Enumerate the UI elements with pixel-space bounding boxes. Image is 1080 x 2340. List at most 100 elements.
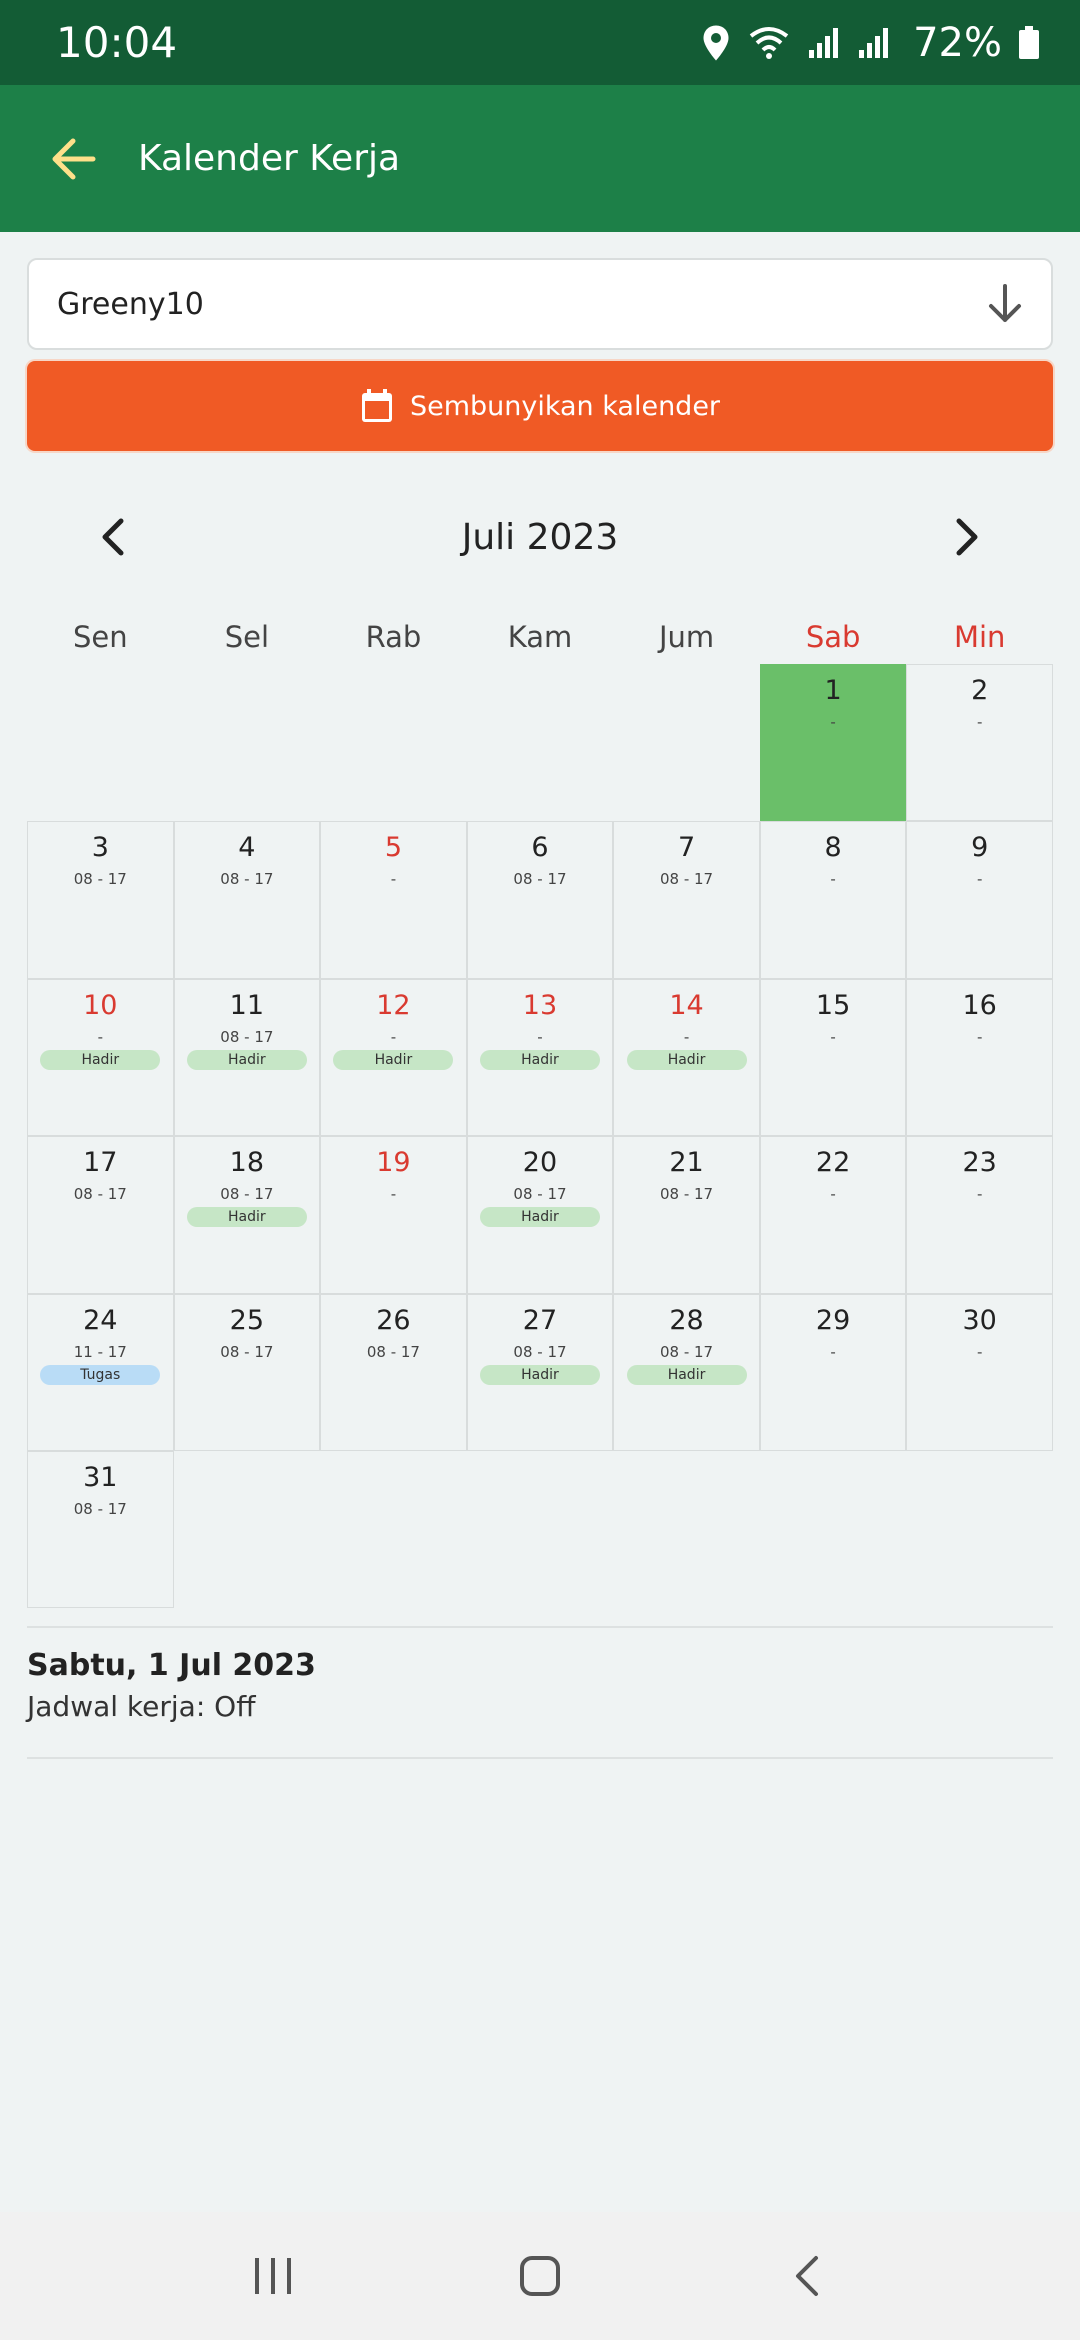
status-badge: Hadir — [479, 1049, 600, 1070]
recent-apps-button[interactable] — [228, 2231, 318, 2321]
status-icons: 72% — [701, 20, 1040, 66]
calendar-day-cell[interactable]: 5- — [320, 821, 467, 979]
system-nav-bar — [0, 2212, 1080, 2340]
day-number: 6 — [531, 832, 549, 864]
calendar-day-cell[interactable]: 30 - — [906, 1293, 1053, 1451]
shift-hours: 08 - 17 — [659, 1185, 714, 1204]
status-badge: Tugas — [40, 1364, 161, 1385]
calendar-day-cell[interactable]: 14 - Hadir — [613, 978, 760, 1137]
calendar-day-cell[interactable]: 29 - — [759, 1293, 907, 1451]
shift-hours: - — [537, 1027, 543, 1046]
calendar-day-cell[interactable]: 28 08 - 17 Hadir — [613, 1293, 760, 1451]
shift-hours: 08 - 17 — [513, 1185, 567, 1204]
calendar-day-cell[interactable]: 9- — [906, 821, 1053, 979]
shift-hours: 08 - 17 — [659, 870, 714, 889]
day-number: 15 — [815, 989, 851, 1021]
calendar-day-cell[interactable]: 25 08 - 17 — [173, 1293, 321, 1451]
day-number: 22 — [815, 1147, 851, 1179]
next-month-button[interactable] — [937, 507, 997, 567]
status-badge: Hadir — [40, 1049, 161, 1070]
calendar-day-cell[interactable]: 17 08 - 17 — [27, 1136, 174, 1294]
calendar-day-cell[interactable]: 26 08 - 17 — [320, 1293, 467, 1451]
status-bar: 10:04 72% — [0, 0, 1080, 85]
shift-hours: - — [976, 1342, 983, 1361]
chevron-right-icon — [956, 518, 978, 556]
calendar-empty-cell — [174, 664, 321, 821]
calendar-day-cell[interactable]: 3 08 - 17 — [27, 821, 174, 979]
calendar-day-cell[interactable]: 16 - — [906, 978, 1053, 1137]
calendar-day-cell[interactable]: 18 08 - 17 Hadir — [173, 1136, 321, 1294]
calendar-day-cell[interactable]: 21 08 - 17 — [613, 1136, 760, 1294]
shift-hours: - — [830, 1185, 836, 1204]
employee-dropdown[interactable]: Greeny10 — [27, 258, 1053, 350]
calendar-day-cell[interactable]: 27 08 - 17 Hadir — [466, 1293, 614, 1451]
shift-hours: - — [390, 1185, 397, 1204]
signal-icon-2 — [859, 27, 889, 58]
calendar-day-cell[interactable]: 8- — [759, 821, 907, 979]
shift-hours: - — [830, 870, 836, 889]
back-nav-button[interactable] — [762, 2231, 852, 2321]
day-number: 12 — [376, 989, 411, 1021]
shift-hours: 08 - 17 — [513, 1342, 567, 1361]
weekday-label: Min — [953, 620, 1006, 654]
selected-date: Sabtu, 1 Jul 2023 — [27, 1648, 316, 1683]
previous-month-button[interactable] — [83, 507, 143, 567]
shift-hours: - — [830, 713, 836, 731]
day-number: 9 — [971, 832, 989, 864]
day-number: 1 — [824, 675, 842, 706]
location-icon — [703, 25, 729, 60]
calendar-day-cell[interactable]: 31 08 - 17 — [27, 1450, 174, 1609]
day-number: 27 — [522, 1304, 558, 1336]
calendar-day-cell[interactable]: 12 - Hadir — [320, 978, 467, 1137]
calendar-day-cell[interactable]: 2- — [906, 664, 1053, 822]
day-number: 24 — [83, 1304, 118, 1336]
calendar-empty-cell — [613, 664, 760, 821]
calendar-day-cell[interactable]: 7 08 - 17 — [613, 821, 760, 979]
day-number: 31 — [83, 1461, 118, 1493]
status-badge: Hadir — [186, 1049, 307, 1070]
calendar-day-cell[interactable]: 4 08 - 17 — [173, 821, 321, 979]
hide-calendar-button[interactable]: Sembunyikan kalender — [27, 361, 1053, 451]
calendar-day-cell[interactable]: 23 - — [906, 1136, 1053, 1294]
status-badge: Hadir — [186, 1207, 307, 1228]
shift-hours: - — [976, 870, 983, 889]
calendar-day-cell[interactable]: 20 08 - 17 Hadir — [466, 1136, 614, 1294]
day-number: 7 — [677, 832, 696, 864]
shift-hours: - — [390, 870, 397, 889]
day-number: 10 — [83, 989, 118, 1021]
shift-hours: - — [976, 1027, 983, 1046]
calendar-day-cell[interactable]: 11 08 - 17 Hadir — [173, 978, 321, 1137]
day-number: 8 — [824, 832, 842, 864]
day-number: 14 — [669, 989, 704, 1021]
shift-hours: - — [976, 713, 983, 731]
shift-hours: 08 - 17 — [73, 1499, 127, 1518]
weekday-label: Sab — [805, 620, 861, 654]
calendar-day-cell[interactable]: 19 - — [320, 1136, 467, 1294]
shift-hours: - — [830, 1342, 836, 1361]
month-navigation: Juli 2023 — [27, 500, 1053, 574]
shift-hours: 08 - 17 — [220, 1027, 274, 1046]
dropdown-value: Greeny10 — [57, 286, 204, 322]
calendar-day-cell[interactable]: 22 - — [759, 1136, 907, 1294]
page-title: Kalender Kerja — [138, 138, 401, 179]
calendar-day-cell[interactable]: 24 11 - 17 Tugas — [27, 1293, 174, 1451]
calendar-day-cell[interactable]: 6 08 - 17 — [466, 821, 614, 979]
calendar-day-cell[interactable]: 10 - Hadir — [27, 978, 174, 1137]
hide-calendar-label: Sembunyikan kalender — [409, 390, 721, 422]
home-icon — [519, 2256, 560, 2296]
home-button[interactable] — [495, 2231, 585, 2321]
day-number: 16 — [962, 989, 997, 1021]
weekday-header: Sen Sel Rab Kam Jum Sab Min — [27, 620, 1053, 668]
weekday-label: Rab — [365, 620, 422, 654]
status-badge: Hadir — [626, 1364, 747, 1385]
battery-percent: 72% — [913, 19, 1002, 66]
calendar-day-cell[interactable]: 13 - Hadir — [466, 978, 614, 1137]
back-button[interactable] — [18, 85, 128, 232]
work-schedule: Jadwal kerja: Off — [27, 1690, 256, 1723]
calendar-day-cell[interactable]: 1- — [759, 664, 907, 822]
month-title: Juli 2023 — [461, 516, 619, 558]
day-number: 28 — [669, 1304, 704, 1336]
day-number: 3 — [91, 832, 109, 864]
calendar-day-cell[interactable]: 15 - — [759, 978, 907, 1137]
status-badge: Hadir — [333, 1049, 454, 1070]
